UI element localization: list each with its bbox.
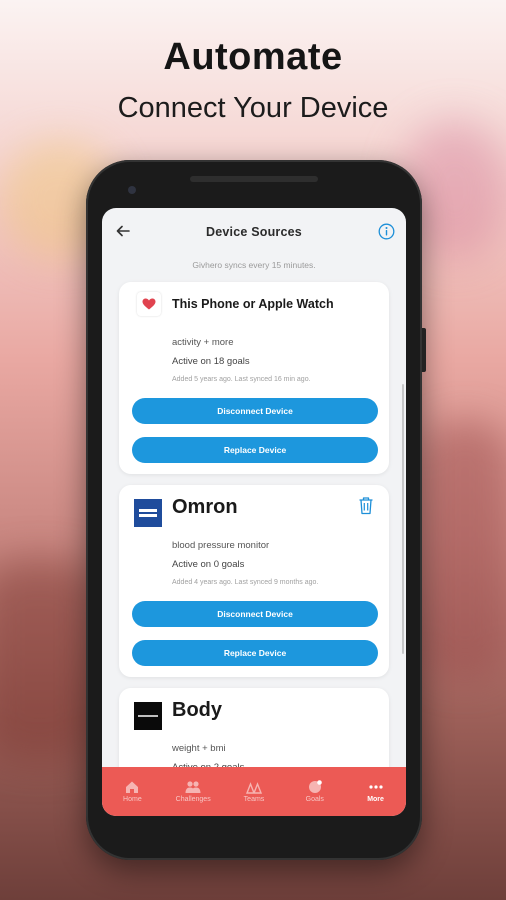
sync-note: Givhero syncs every 15 minutes. [192, 260, 316, 270]
nav-item-home[interactable]: Home [104, 780, 160, 803]
device-name: This Phone or Apple Watch [172, 297, 334, 311]
promo-headline: Automate [163, 36, 343, 78]
goal-badge-icon [308, 780, 322, 793]
team-icon [245, 782, 262, 794]
disconnect-device-button[interactable]: Disconnect Device [132, 398, 378, 424]
scrollbar[interactable] [402, 384, 404, 654]
nav-item-goals[interactable]: Goals [287, 780, 343, 803]
device-type: weight + bmi [172, 743, 226, 754]
nav-label: Home [123, 796, 142, 803]
device-name: Omron [172, 496, 238, 518]
device-sync-info: Added 4 years ago. Last synced 9 months … [172, 579, 319, 586]
people-icon [185, 781, 201, 793]
heart-icon [137, 292, 161, 316]
device-type: activity + more [172, 337, 234, 348]
device-name: Body [172, 699, 222, 721]
promo-subline: Connect Your Device [117, 92, 389, 124]
device-card: This Phone or Apple Watch activity + mor… [119, 282, 389, 474]
nav-label: Challenges [175, 796, 211, 803]
background-blur [0, 560, 100, 760]
body-logo-icon [134, 702, 162, 730]
nav-label: Teams [243, 796, 265, 803]
info-icon[interactable] [378, 223, 395, 240]
phone-speaker [190, 176, 318, 182]
nav-item-more[interactable]: More [348, 780, 404, 803]
device-type: blood pressure monitor [172, 540, 270, 551]
device-card: Omron blood pressure monitor Active on 0… [119, 485, 389, 677]
device-sync-info: Added 5 years ago. Last synced 16 min ag… [172, 376, 311, 383]
more-dots-icon [368, 785, 383, 789]
back-arrow-icon[interactable] [114, 222, 132, 240]
background-blur [420, 420, 506, 680]
bottom-nav: Home Challenges Teams Goals More [102, 767, 406, 816]
nav-label: More [367, 796, 384, 803]
camera-icon [128, 186, 136, 194]
replace-device-button[interactable]: Replace Device [132, 640, 378, 666]
app-screen: Device Sources Givhero syncs every 15 mi… [102, 208, 406, 816]
nav-item-teams[interactable]: Teams [226, 780, 282, 803]
top-bar: Device Sources [102, 208, 406, 256]
nav-item-challenges[interactable]: Challenges [165, 780, 221, 803]
omron-logo-icon [134, 499, 162, 527]
phone-frame: Device Sources Givhero syncs every 15 mi… [86, 160, 426, 860]
phone-side-button [422, 328, 426, 372]
home-icon [126, 781, 139, 793]
device-active-goals: Active on 18 goals [172, 356, 250, 367]
disconnect-device-button[interactable]: Disconnect Device [132, 601, 378, 627]
nav-label: Goals [305, 796, 324, 803]
device-active-goals: Active on 0 goals [172, 559, 245, 570]
replace-device-button[interactable]: Replace Device [132, 437, 378, 463]
trash-icon[interactable] [358, 496, 374, 515]
page-title: Device Sources [206, 225, 302, 239]
